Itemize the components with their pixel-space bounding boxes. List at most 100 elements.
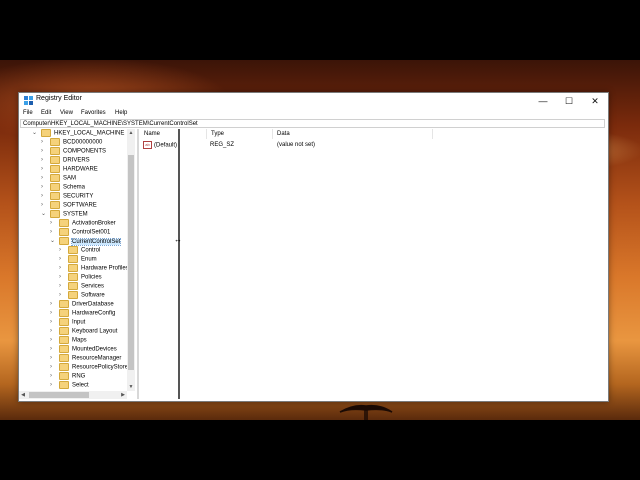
tree-node[interactable]: › Input [50, 318, 85, 327]
tree-node[interactable]: › ControlSet001 [50, 228, 110, 237]
expand-arrow-icon[interactable]: › [59, 264, 61, 273]
expand-arrow-icon[interactable]: › [41, 192, 43, 201]
folder-icon [68, 282, 78, 290]
tree-node[interactable]: › Enum [59, 255, 97, 264]
tree-node[interactable]: › HARDWARE [41, 165, 98, 174]
expand-arrow-icon[interactable]: › [50, 318, 52, 327]
expand-arrow-icon[interactable]: › [41, 147, 43, 156]
tree-node[interactable]: › Select [50, 381, 89, 390]
scroll-left-arrow-icon[interactable]: ◀ [19, 391, 27, 399]
tree-node[interactable]: › Schema [41, 183, 85, 192]
expand-arrow-icon[interactable]: › [50, 219, 52, 228]
tree-node[interactable]: › ActivationBroker [50, 219, 116, 228]
collapse-arrow-icon[interactable]: ⌄ [32, 129, 37, 138]
expand-arrow-icon[interactable]: › [59, 282, 61, 291]
scroll-right-arrow-icon[interactable]: ▶ [119, 391, 127, 399]
expand-arrow-icon[interactable]: › [50, 372, 52, 381]
menu-edit[interactable]: Edit [41, 110, 51, 116]
tree-node[interactable]: › Maps [50, 336, 87, 345]
tree-node[interactable]: › DRIVERS [41, 156, 90, 165]
expand-arrow-icon[interactable]: › [50, 354, 52, 363]
folder-icon [59, 300, 69, 308]
expand-arrow-icon[interactable]: › [50, 309, 52, 318]
string-value-icon: ab [143, 141, 152, 149]
maximize-button[interactable]: ☐ [556, 93, 582, 109]
folder-icon [59, 318, 69, 326]
folder-icon [59, 219, 69, 227]
expand-arrow-icon[interactable]: › [50, 336, 52, 345]
tree-node[interactable]: › SOFTWARE [41, 201, 97, 210]
column-header-name[interactable]: Name [140, 129, 207, 139]
resize-divider[interactable] [178, 129, 180, 399]
expand-arrow-icon[interactable]: › [50, 327, 52, 336]
registry-editor-window: Registry Editor — ☐ ✕ File Edit View Fav… [18, 92, 609, 402]
scrollbar-thumb[interactable] [29, 392, 89, 398]
folder-icon [59, 237, 69, 245]
tree-node[interactable]: › SECURITY [41, 192, 93, 201]
tree-node[interactable]: › COMPONENTS [41, 147, 106, 156]
expand-arrow-icon[interactable]: › [50, 381, 52, 390]
menu-view[interactable]: View [60, 110, 73, 116]
menu-help[interactable]: Help [115, 110, 127, 116]
expand-arrow-icon[interactable]: › [50, 228, 52, 237]
expand-arrow-icon[interactable]: › [41, 201, 43, 210]
column-header-data[interactable]: Data [273, 129, 433, 139]
tree-node[interactable]: › SAM [41, 174, 76, 183]
expand-arrow-icon[interactable]: › [41, 156, 43, 165]
menu-favorites[interactable]: Favorites [81, 110, 106, 116]
folder-icon [59, 345, 69, 353]
tree-node[interactable]: › Keyboard Layout [50, 327, 117, 336]
tree-horizontal-scrollbar[interactable]: ◀ ▶ [19, 391, 127, 399]
pane-splitter[interactable] [137, 129, 139, 399]
close-button[interactable]: ✕ [582, 93, 608, 109]
tree-node[interactable]: › Control [59, 246, 100, 255]
tree-vertical-scrollbar[interactable]: ▲ ▼ [127, 129, 135, 391]
menu-file[interactable]: File [23, 110, 33, 116]
scroll-down-arrow-icon[interactable]: ▼ [127, 383, 135, 391]
expand-arrow-icon[interactable]: › [41, 183, 43, 192]
title-bar[interactable]: Registry Editor — ☐ ✕ [19, 93, 608, 109]
tree-node[interactable]: › HardwareConfig [50, 309, 115, 318]
tree-node[interactable]: › ResourceManager [50, 354, 121, 363]
values-pane: Name Type Data ab (Default) REG_SZ (value… [140, 129, 606, 399]
collapse-arrow-icon[interactable]: ⌄ [50, 237, 55, 246]
tree-node[interactable]: › BCD00000000 [41, 138, 102, 147]
registry-editor-icon [24, 96, 33, 105]
tree-node-hklm[interactable]: ⌄ HKEY_LOCAL_MACHINE [32, 129, 124, 138]
letterbox-top [0, 0, 640, 60]
tree-node[interactable]: › DriverDatabase [50, 300, 114, 309]
expand-arrow-icon[interactable]: › [41, 165, 43, 174]
address-bar[interactable]: Computer\HKEY_LOCAL_MACHINE\SYSTEM\Curre… [20, 119, 605, 128]
tree-node-system[interactable]: ⌄ SYSTEM [41, 210, 88, 219]
tree-node[interactable]: › RNG [50, 372, 85, 381]
minimize-button[interactable]: — [530, 93, 556, 109]
expand-arrow-icon[interactable]: › [41, 174, 43, 183]
scrollbar-thumb[interactable] [128, 155, 134, 370]
expand-arrow-icon[interactable]: › [50, 345, 52, 354]
tree-node[interactable]: › Software [59, 291, 105, 300]
expand-arrow-icon[interactable]: › [50, 300, 52, 309]
tree-node[interactable]: › ResourcePolicyStore [50, 363, 128, 372]
tree-node[interactable]: › MountedDevices [50, 345, 117, 354]
expand-arrow-icon[interactable]: › [59, 255, 61, 264]
tree-node[interactable]: › Hardware Profiles [59, 264, 129, 273]
tree-node[interactable]: › Services [59, 282, 104, 291]
collapse-arrow-icon[interactable]: ⌄ [41, 210, 46, 219]
folder-icon [59, 381, 69, 389]
value-row-name[interactable]: ab (Default) [143, 141, 177, 151]
letterbox-bottom [0, 420, 640, 480]
folder-icon [59, 372, 69, 380]
expand-arrow-icon[interactable]: › [41, 138, 43, 147]
expand-arrow-icon[interactable]: › [59, 246, 61, 255]
folder-icon [59, 336, 69, 344]
folder-icon [50, 192, 60, 200]
folder-icon [68, 264, 78, 272]
column-header-type[interactable]: Type [207, 129, 273, 139]
tree-node[interactable]: › Policies [59, 273, 102, 282]
scroll-up-arrow-icon[interactable]: ▲ [127, 129, 135, 137]
expand-arrow-icon[interactable]: › [50, 363, 52, 372]
tree-node-currentcontrolset[interactable]: ⌄ CurrentControlSet [50, 237, 122, 246]
expand-arrow-icon[interactable]: › [59, 273, 61, 282]
folder-icon [50, 165, 60, 173]
expand-arrow-icon[interactable]: › [59, 291, 61, 300]
